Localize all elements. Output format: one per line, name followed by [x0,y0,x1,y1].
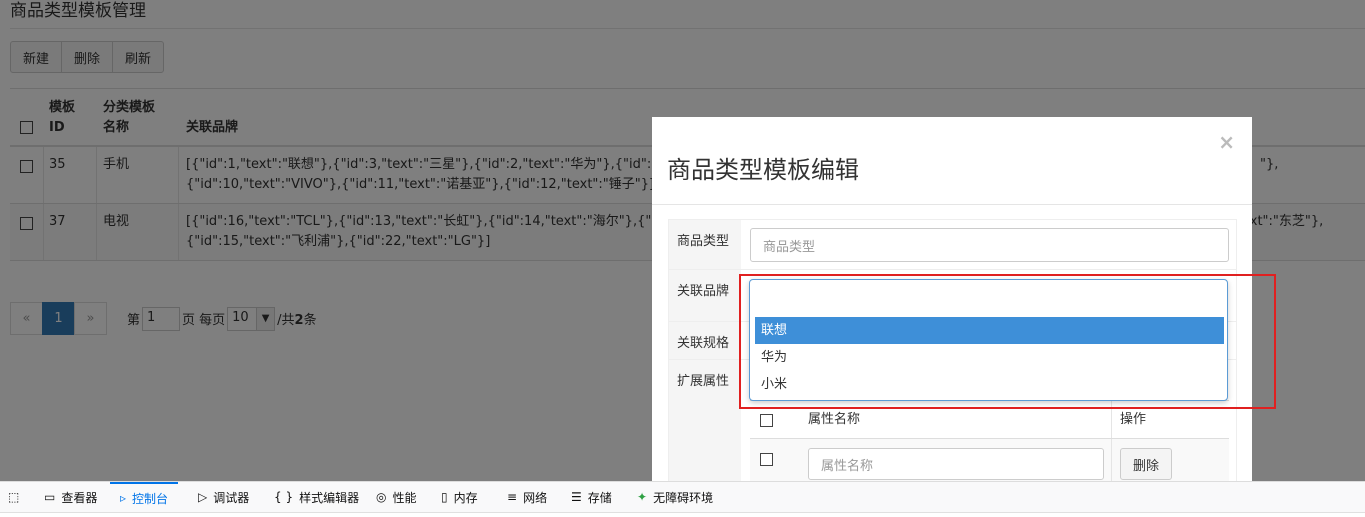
style-editor-icon: { } [274,490,294,504]
brand-label: 关联品牌 [669,270,741,321]
type-label: 商品类型 [669,220,741,269]
modal-header: 商品类型模板编辑 × [652,117,1252,205]
ext-col-op: 操作 [1120,412,1147,427]
accessibility-icon: ✦ [637,490,648,504]
inspector-icon: ▭ [44,490,56,504]
spec-label: 关联规格 [669,322,741,359]
element-picker-icon[interactable]: ⬚ [8,482,25,512]
devtools-tab-accessibility[interactable]: ✦ 无障碍环境 [637,482,713,512]
attr-delete-button[interactable]: 删除 [1120,448,1173,480]
memory-icon: ▯ [441,490,448,504]
devtools-tab-inspector[interactable]: ▭ 查看器 [44,482,97,512]
attr-name-input[interactable]: 属性名称 [808,448,1104,480]
form-row-type: 商品类型 商品类型 [669,220,1236,270]
ext-col-name: 属性名称 [808,412,861,427]
devtools-tab-console[interactable]: ▹ 控制台 [110,482,179,512]
ext-select-all-checkbox[interactable] [760,414,773,427]
console-icon: ▹ [120,491,127,505]
devtools-tab-style-editor[interactable]: { } 样式编辑器 [274,482,359,512]
type-input[interactable]: 商品类型 [750,228,1229,262]
modal-title: 商品类型模板编辑 [667,156,859,184]
devtools-tab-performance[interactable]: ◎ 性能 [376,482,417,512]
debugger-icon: ▷ [198,490,208,504]
ext-table-row: 属性名称 删除 [750,438,1229,481]
devtools-console-area [0,512,1365,517]
devtools-tab-storage[interactable]: ☰ 存储 [571,482,612,512]
ext-attr-table: 属性名称 操作 属性名称 删除 [750,400,1229,481]
storage-icon: ☰ [571,490,582,504]
devtools-tab-memory[interactable]: ▯ 内存 [441,482,478,512]
close-icon[interactable]: × [1218,130,1235,154]
network-icon: ≡ [507,490,518,504]
annotation-highlight-box [739,274,1276,409]
devtools-toolbar: ⬚ ▭ 查看器 ▹ 控制台 ▷ 调试器 { } 样式编辑器 ◎ 性能 ▯ 内存 ≡ 网络 ☰ 存… [0,481,1365,517]
performance-icon: ◎ [376,490,387,504]
ext-row-checkbox[interactable] [760,453,773,466]
devtools-tab-network[interactable]: ≡ 网络 [507,482,547,512]
ext-label: 扩展属性 [669,360,741,481]
devtools-tab-debugger[interactable]: ▷ 调试器 [198,482,249,512]
